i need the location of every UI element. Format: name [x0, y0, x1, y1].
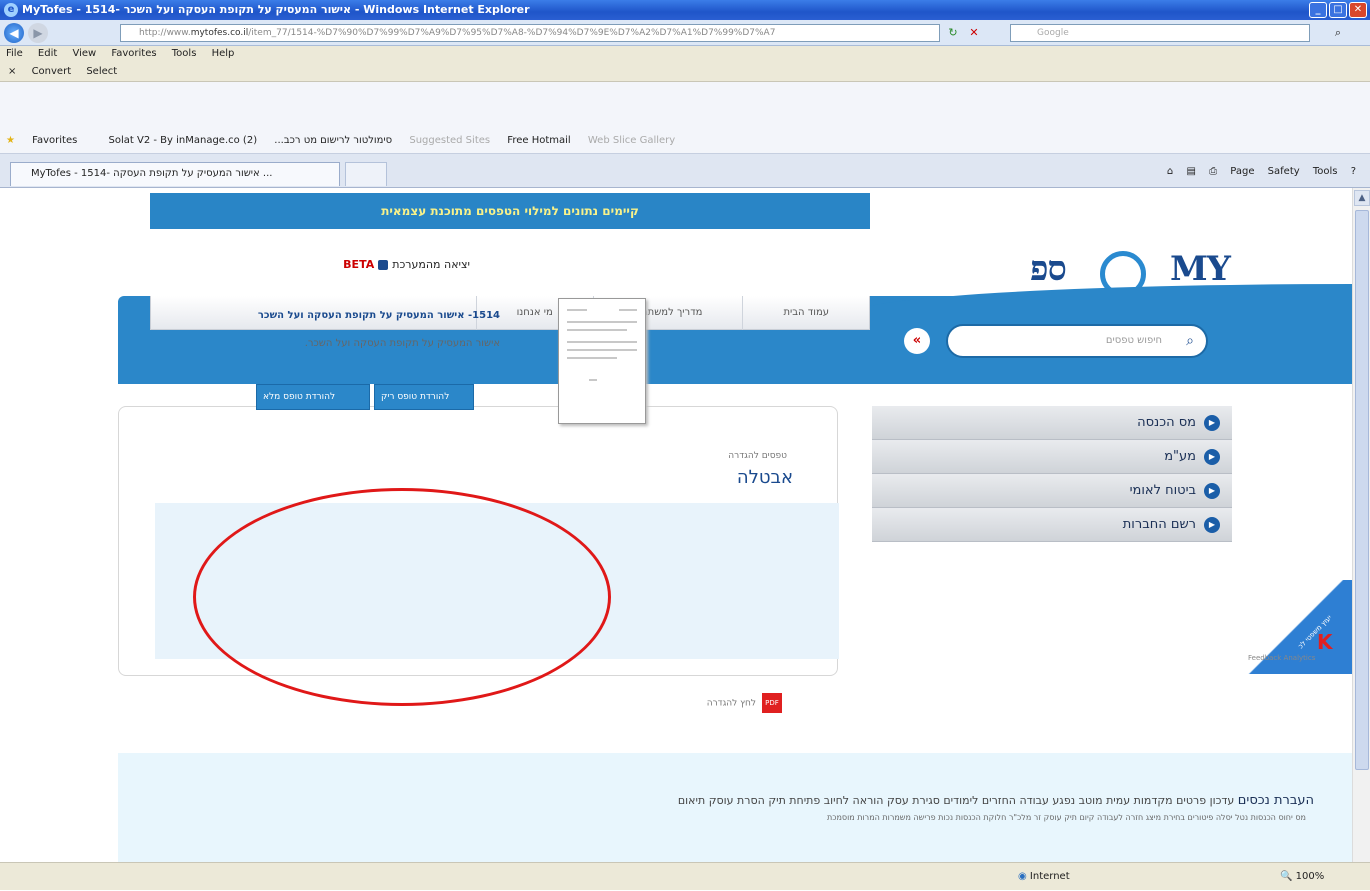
sidebar-item-companies-registrar[interactable]: ▶רשם החברות — [872, 508, 1232, 542]
search-input[interactable]: Google — [1010, 24, 1310, 42]
download-full-form-button[interactable]: להורדת טופס מלא — [256, 384, 370, 410]
url-field[interactable]: http://www.mytofes.co.il/item_77/1514-%D… — [120, 24, 940, 42]
menu-help[interactable]: Help — [212, 46, 235, 62]
footer-tag[interactable]: העברת נכסים — [1238, 793, 1314, 808]
safety-menu[interactable]: Safety — [1268, 166, 1300, 177]
sidebar-item-income-tax[interactable]: ▶מס הכנסה — [872, 406, 1232, 440]
star-icon: ★ — [6, 135, 15, 146]
select-button[interactable]: Select — [86, 66, 117, 77]
sidebar-item-national-insurance[interactable]: ▶ביטוח לאומי — [872, 474, 1232, 508]
tools-menu[interactable]: Tools — [1313, 166, 1338, 177]
footer-tag[interactable]: סגירת עסק — [887, 794, 940, 807]
arrow-bullet-icon: ▶ — [1204, 448, 1220, 465]
pdf-setup-link[interactable]: PDFלחץ להגדרה — [670, 693, 782, 713]
vertical-scrollbar[interactable]: ▲ — [1352, 188, 1370, 862]
arrow-bullet-icon: ▶ — [1204, 516, 1220, 533]
addon-toolbar: × Convert Select — [0, 62, 1370, 82]
status-bar: ◉ Internet 🔍 100% — [0, 862, 1370, 890]
footer-tag[interactable]: עמית מוטב — [1079, 794, 1131, 807]
feeds-icon[interactable]: ▤ — [1186, 166, 1195, 177]
favorite-item[interactable]: Suggested Sites — [409, 135, 490, 146]
ie-logo-icon: e — [4, 3, 18, 17]
menu-bar: File Edit View Favorites Tools Help — [0, 46, 1370, 62]
menu-file[interactable]: File — [6, 46, 23, 62]
top-banner[interactable]: קיימים נתונים למילוי הטפסים מתוכנת עצמאי… — [150, 193, 870, 229]
arrow-bullet-icon: ▶ — [1204, 414, 1220, 431]
favorite-item[interactable]: Solat V2 - By inManage.co (2) — [109, 135, 258, 146]
maximize-button[interactable]: □ — [1329, 2, 1347, 18]
footer-tag-cloud: העברת נכסים עדכון פרטים מקדמות עמית מוטב… — [118, 753, 1352, 862]
footer-tag[interactable]: מקדמות — [1134, 794, 1173, 807]
favorite-item[interactable]: Web Slice Gallery — [588, 135, 675, 146]
search-icon[interactable]: ⌕ — [1330, 25, 1346, 41]
new-tab-button[interactable] — [345, 162, 387, 186]
footer-tags: העברת נכסים עדכון פרטים מקדמות עמית מוטב… — [678, 793, 1314, 808]
menu-favorites[interactable]: Favorites — [111, 46, 156, 62]
minimize-button[interactable]: _ — [1309, 2, 1327, 18]
globe-icon: ◉ — [1018, 871, 1027, 882]
search-icon: ⌕ — [1186, 333, 1194, 349]
arrow-bullet-icon: ▶ — [1204, 482, 1220, 499]
footer-tag[interactable]: הוראה לחיוב — [824, 794, 884, 807]
stop-icon[interactable]: ✕ — [966, 25, 982, 41]
close-button[interactable]: ✕ — [1349, 2, 1367, 18]
pdf-icon: PDF — [762, 693, 782, 713]
forward-icon[interactable]: ▶ — [28, 23, 48, 43]
favorites-button[interactable]: ★ Favorites — [6, 135, 91, 146]
refresh-icon[interactable]: ↻ — [945, 25, 961, 41]
footer-tag[interactable]: תיאום — [678, 794, 705, 807]
footer-tag[interactable]: נפגע עבודה — [1019, 794, 1075, 807]
search-go-button[interactable]: « — [904, 328, 930, 354]
annotation-highlight-oval — [193, 488, 611, 706]
footer-tag[interactable]: הסרת עוסק — [709, 794, 765, 807]
form-description: אישור המעסיק על תקופת העסקה ועל השכר. — [304, 338, 500, 349]
window-titlebar: e MyTofes - 1514- אישור המעסיק על תקופת … — [0, 0, 1370, 20]
card-title: אבטלה — [736, 467, 793, 488]
zoom-level[interactable]: 🔍 100% — [1280, 863, 1324, 891]
sidebar-item-vat[interactable]: ▶מע"מ — [872, 440, 1232, 474]
page-menu[interactable]: Page — [1230, 166, 1254, 177]
nav-home[interactable]: עמוד הבית — [742, 296, 869, 330]
category-sidebar: ▶מס הכנסה ▶מע"מ ▶ביטוח לאומי ▶רשם החברות — [872, 406, 1232, 542]
security-zone: ◉ Internet — [1018, 871, 1070, 882]
scroll-thumb[interactable] — [1355, 210, 1369, 770]
menu-edit[interactable]: Edit — [38, 46, 57, 62]
home-icon[interactable]: ⌂ — [1167, 166, 1173, 177]
menu-tools[interactable]: Tools — [172, 46, 197, 62]
download-empty-form-button[interactable]: להורדת טופס ריק — [374, 384, 474, 410]
favorite-item[interactable]: ...סימולטור לרישום מט רכב — [274, 135, 392, 146]
help-icon[interactable]: ? — [1351, 166, 1356, 177]
close-toolbar-icon[interactable]: × — [8, 66, 16, 77]
tab-active[interactable]: MyTofes - 1514- אישור המעסיק על תקופת הע… — [10, 162, 340, 186]
print-icon[interactable]: ⎙ — [1209, 166, 1217, 177]
convert-button[interactable]: Convert — [32, 66, 72, 77]
feedback-analytics-link[interactable]: Feedback Analytics — [1248, 654, 1315, 662]
page-viewport: קיימים נתונים למילוי הטפסים מתוכנת עצמאי… — [0, 188, 1352, 862]
form-search-input[interactable]: חיפוש טפסים ⌕ — [946, 324, 1208, 358]
footer-tag[interactable]: פתיחת תיק — [768, 794, 820, 807]
footer-tag[interactable]: לימודים — [943, 794, 978, 807]
footer-tag[interactable]: עדכון פרטים — [1176, 794, 1234, 807]
favorite-item[interactable]: Free Hotmail — [507, 135, 570, 146]
toolbar-spacer — [0, 82, 1370, 128]
logout-link[interactable]: יציאה מהמערכתBETA — [270, 258, 470, 271]
scroll-up-icon[interactable]: ▲ — [1354, 190, 1370, 206]
tab-bar: MyTofes - 1514- אישור המעסיק על תקופת הע… — [0, 154, 1370, 188]
form-preview-thumbnail[interactable] — [558, 298, 646, 424]
beta-badge: BETA — [343, 258, 375, 271]
address-bar: ◀ ▶ http://www.mytofes.co.il/item_77/151… — [0, 20, 1370, 46]
card-category: טפסים להגדרה — [728, 451, 787, 461]
window-controls: _ □ ✕ — [1309, 2, 1367, 18]
lock-icon — [378, 260, 389, 270]
footer-tag[interactable]: החזרים — [982, 794, 1016, 807]
footer-subtags[interactable]: מס יחוס הכנסות נטל יסלה פיטורים בחירת מי… — [827, 813, 1306, 822]
favorites-bar: ★ Favorites Solat V2 - By inManage.co (2… — [0, 128, 1370, 154]
back-icon[interactable]: ◀ — [4, 23, 24, 43]
menu-view[interactable]: View — [72, 46, 96, 62]
k-logo-icon: K — [1317, 630, 1333, 654]
command-bar: ⌂ ▤ ⎙ Page Safety Tools ? — [1157, 162, 1356, 182]
window-title: MyTofes - 1514- אישור המעסיק על תקופת הע… — [22, 3, 530, 16]
form-title-link[interactable]: 1514- אישור המעסיק על תקופת העסקה ועל הש… — [160, 310, 500, 321]
